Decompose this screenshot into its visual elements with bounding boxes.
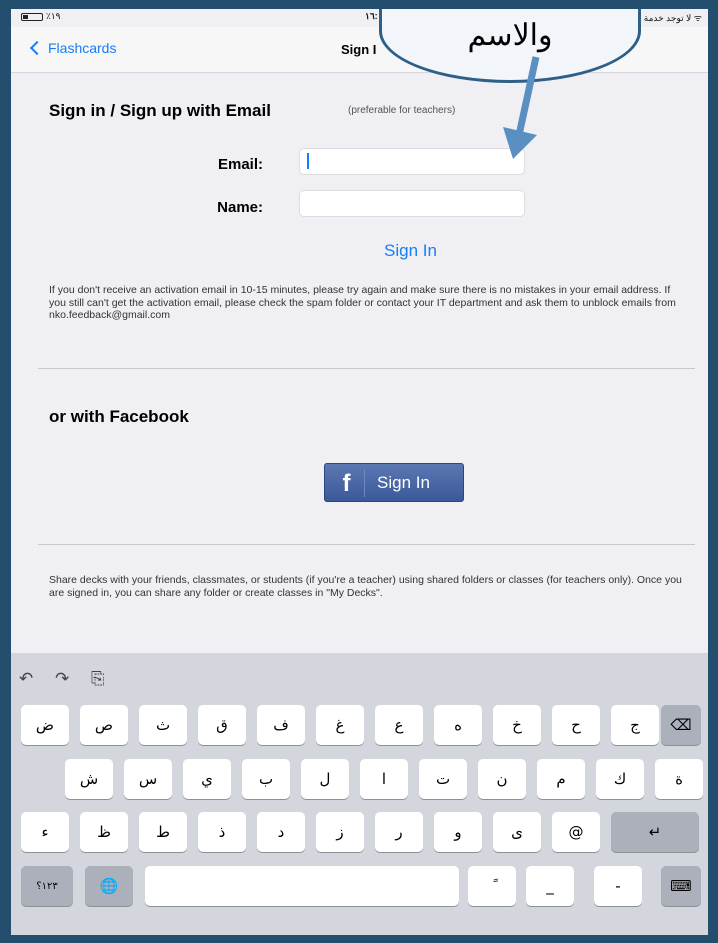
text-cursor xyxy=(307,153,309,169)
key-row1-7[interactable]: ه xyxy=(434,705,482,745)
dash-key[interactable]: - xyxy=(594,866,642,906)
key-row2-6[interactable]: ت xyxy=(419,759,467,799)
status-time: ١٦: xyxy=(365,11,378,21)
facebook-sign-in-label: Sign In xyxy=(377,472,430,492)
wifi-icon: ᯤ xyxy=(691,13,702,23)
hide-keyboard-icon[interactable]: ⌨ xyxy=(661,866,701,906)
redo-icon[interactable]: ↷ xyxy=(55,669,69,689)
key-row2-0[interactable]: ش xyxy=(65,759,113,799)
key-row1-8[interactable]: خ xyxy=(493,705,541,745)
key-row1-9[interactable]: ح xyxy=(552,705,600,745)
key-row2-1[interactable]: س xyxy=(124,759,172,799)
key-row3-8[interactable]: ى xyxy=(493,812,541,852)
return-key[interactable]: ↵ xyxy=(611,812,699,852)
key-row3-7[interactable]: و xyxy=(434,812,482,852)
key-row1-3[interactable]: ق xyxy=(198,705,246,745)
divider xyxy=(38,544,695,545)
key-row3-4[interactable]: د xyxy=(257,812,305,852)
facebook-sign-in-button[interactable]: f Sign In xyxy=(324,463,464,502)
keyboard: ↶ ↷ ⎘ ض ص ث ق ف غ ع ه خ ح ج ⌫ ش س ي ب ل ا ت ن م ك ة ء ظ ط ذ د ز ر و ى @ ↵… xyxy=(11,653,708,935)
key-row1-4[interactable]: ف xyxy=(257,705,305,745)
backspace-key[interactable]: ⌫ xyxy=(661,705,701,745)
activation-info-text: If you don't receive an activation email… xyxy=(49,284,676,321)
facebook-section-heading: or with Facebook xyxy=(49,407,189,426)
page-title: Sign I xyxy=(341,42,377,57)
teachers-note: (preferable for teachers) xyxy=(348,105,456,116)
tanween-key[interactable]: ً xyxy=(468,866,516,906)
key-row3-6[interactable]: ر xyxy=(375,812,423,852)
key-row3-3[interactable]: ذ xyxy=(198,812,246,852)
underscore-key[interactable]: _ xyxy=(526,866,574,906)
chevron-left-icon xyxy=(29,40,45,56)
key-row2-8[interactable]: م xyxy=(537,759,585,799)
name-label: Name: xyxy=(217,199,263,216)
key-row1-1[interactable]: ص xyxy=(80,705,128,745)
back-button[interactable]: Flashcards xyxy=(29,40,116,56)
key-row3-5[interactable]: ز xyxy=(316,812,364,852)
globe-icon[interactable]: 🌐 xyxy=(85,866,133,906)
battery-icon xyxy=(21,13,43,21)
callout-text: والاسم xyxy=(467,18,553,53)
key-row3-9[interactable]: @ xyxy=(552,812,600,852)
paste-icon[interactable]: ⎘ xyxy=(91,669,105,689)
divider xyxy=(38,368,695,369)
key-row3-1[interactable]: ظ xyxy=(80,812,128,852)
key-row2-10[interactable]: ة xyxy=(655,759,703,799)
share-info-text: Share decks with your friends, classmate… xyxy=(49,574,682,599)
name-field[interactable] xyxy=(299,190,525,217)
key-row1-5[interactable]: غ xyxy=(316,705,364,745)
key-row2-5[interactable]: ا xyxy=(360,759,408,799)
annotation-arrow-icon xyxy=(503,56,540,159)
key-row1-2[interactable]: ث xyxy=(139,705,187,745)
key-row2-9[interactable]: ك xyxy=(596,759,644,799)
undo-icon[interactable]: ↶ xyxy=(19,669,33,689)
email-section-heading: Sign in / Sign up with Email xyxy=(49,101,271,120)
key-row1-0[interactable]: ض xyxy=(21,705,69,745)
key-row3-0[interactable]: ء xyxy=(21,812,69,852)
space-key[interactable] xyxy=(145,866,459,906)
key-row3-2[interactable]: ط xyxy=(139,812,187,852)
key-row1-6[interactable]: ع xyxy=(375,705,423,745)
email-sign-in-button[interactable]: Sign In xyxy=(384,241,437,261)
key-row2-4[interactable]: ل xyxy=(301,759,349,799)
key-row2-2[interactable]: ي xyxy=(183,759,231,799)
email-label: Email: xyxy=(217,156,263,173)
battery-percentage: ٪١٩ xyxy=(46,11,61,21)
key-row2-3[interactable]: ب xyxy=(242,759,290,799)
key-row2-7[interactable]: ن xyxy=(478,759,526,799)
key-row1-10[interactable]: ج xyxy=(611,705,659,745)
numbers-key[interactable]: ١٢٣؟ xyxy=(21,866,73,906)
app-screen: ٪١٩ ١٦: ᯤ لا توجد خدمة Flashcards Sign I… xyxy=(11,9,708,935)
facebook-icon: f xyxy=(329,468,365,497)
carrier-status: ᯤ لا توجد خدمة xyxy=(643,13,702,23)
back-button-label: Flashcards xyxy=(48,40,117,56)
